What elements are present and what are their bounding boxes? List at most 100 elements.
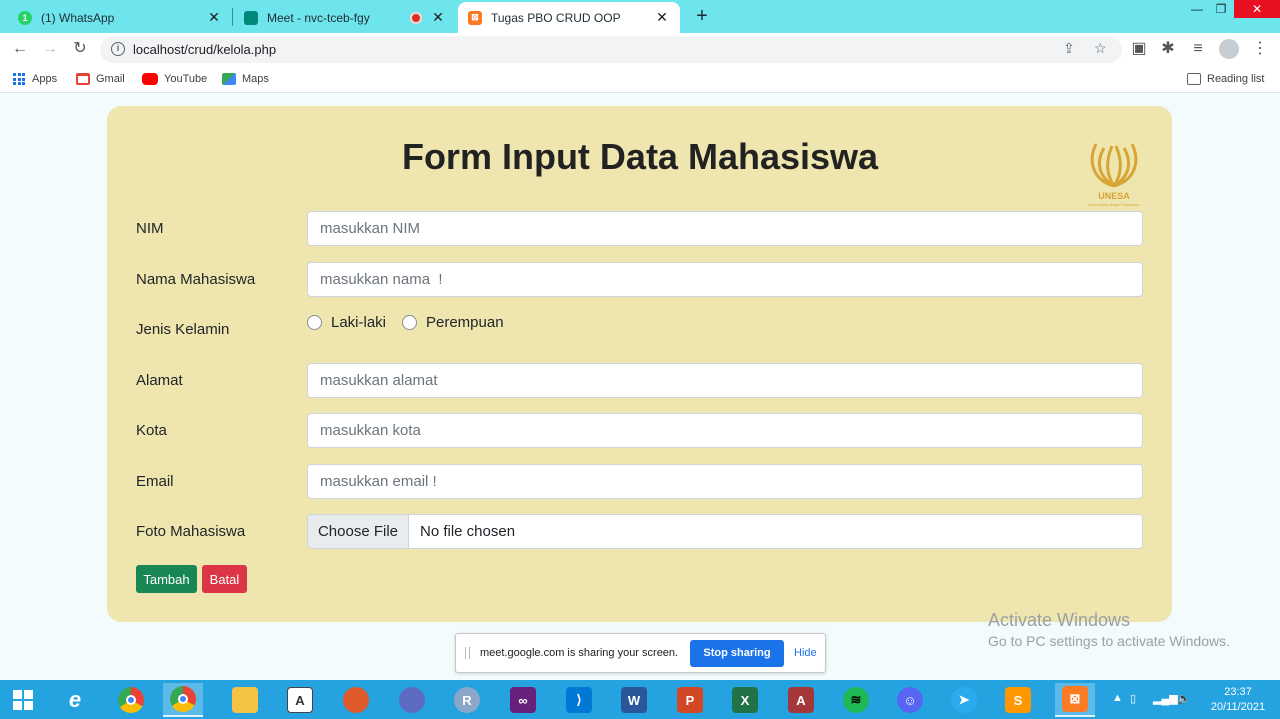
app-icon-2[interactable]	[392, 683, 432, 717]
chrome-active-icon[interactable]	[163, 683, 203, 717]
excel-icon[interactable]: X	[725, 683, 765, 717]
file-explorer-icon[interactable]	[225, 683, 265, 717]
google-meet-icon	[244, 10, 258, 25]
site-info-icon[interactable]: i	[111, 42, 125, 56]
close-tab-icon[interactable]: ✕	[430, 9, 446, 26]
url-text: localhost/crud/kelola.php	[133, 42, 277, 57]
minimize-button[interactable]: —	[1186, 0, 1208, 18]
unesa-logo: UNESA Universitas Negeri Surabaya	[1089, 143, 1140, 207]
battery-icon[interactable]: ▯	[1130, 692, 1136, 705]
stop-sharing-button[interactable]: Stop sharing	[690, 640, 784, 667]
extension-icon[interactable]: ▣	[1128, 38, 1150, 60]
clock-time: 23:37	[1224, 686, 1252, 698]
radio-button-icon[interactable]	[307, 315, 322, 330]
tab-whatsapp[interactable]: 1 (1) WhatsApp ✕	[8, 2, 232, 33]
bookmark-gmail[interactable]: Gmail	[76, 71, 125, 87]
nama-input[interactable]	[307, 262, 1143, 297]
volume-icon[interactable]: 🔈	[1177, 692, 1191, 705]
share-icon[interactable]: ⇪	[1063, 40, 1075, 57]
jenis-kelamin-label: Jenis Kelamin	[136, 321, 230, 338]
radio-label: Laki-laki	[331, 314, 387, 331]
bookmarks-bar: Apps Gmail YouTube Maps Reading list	[0, 65, 1280, 93]
maps-icon	[222, 73, 236, 85]
taskbar-clock[interactable]: 23:37 20/11/2021	[1203, 685, 1273, 715]
kota-input[interactable]	[307, 413, 1143, 448]
word-icon[interactable]: W	[614, 683, 654, 717]
email-input[interactable]	[307, 464, 1143, 499]
alamat-label: Alamat	[136, 372, 183, 389]
reading-list-label: Reading list	[1207, 73, 1265, 85]
nim-input[interactable]	[307, 211, 1143, 246]
hide-button[interactable]: Hide	[794, 647, 817, 659]
tab-title: Meet - nvc-tceb-fgy	[267, 10, 370, 25]
choose-file-button[interactable]: Choose File	[308, 515, 409, 548]
radio-label: Perempuan	[426, 314, 504, 331]
drag-handle-icon[interactable]	[465, 647, 470, 659]
svg-text:UNESA: UNESA	[1098, 191, 1130, 201]
vscode-icon[interactable]: ⟩	[559, 683, 599, 717]
bookmark-maps[interactable]: Maps	[222, 71, 269, 87]
screen-share-bar: meet.google.com is sharing your screen. …	[455, 633, 826, 673]
youtube-icon	[142, 73, 158, 85]
file-status: No file chosen	[420, 523, 516, 540]
extensions-puzzle-icon[interactable]: ✱	[1157, 38, 1179, 60]
spotify-icon[interactable]: ≋	[836, 683, 876, 717]
media-control-icon[interactable]: ≡	[1187, 38, 1209, 60]
internet-explorer-icon[interactable]: e	[55, 683, 95, 717]
bookmark-label: Apps	[32, 73, 58, 85]
clock-date: 20/11/2021	[1210, 701, 1266, 713]
bookmark-youtube[interactable]: YouTube	[142, 71, 207, 87]
tambah-button[interactable]: Tambah	[136, 565, 197, 593]
tab-strip: 1 (1) WhatsApp ✕ Meet - nvc-tceb-fgy ✕ ⊠…	[0, 0, 1280, 33]
radio-button-icon[interactable]	[402, 315, 417, 330]
telegram-icon[interactable]: ➤	[944, 683, 984, 717]
powerpoint-icon[interactable]: P	[670, 683, 710, 717]
network-icon[interactable]: ▂▄▆	[1153, 692, 1178, 705]
tab-crud[interactable]: ⊠ Tugas PBO CRUD OOP ✕	[458, 2, 680, 33]
reload-icon[interactable]: ↻	[69, 38, 91, 60]
file-input[interactable]: Choose File No file chosen	[307, 514, 1143, 549]
tab-meet[interactable]: Meet - nvc-tceb-fgy ✕	[234, 2, 456, 33]
share-message: meet.google.com is sharing your screen.	[480, 647, 679, 659]
alamat-input[interactable]	[307, 363, 1143, 398]
close-window-button[interactable]: ✕	[1234, 0, 1280, 18]
r-icon[interactable]: R	[447, 683, 487, 717]
foto-label: Foto Mahasiswa	[136, 523, 246, 540]
visual-studio-icon[interactable]: ∞	[503, 683, 543, 717]
tab-title: (1) WhatsApp	[41, 10, 115, 25]
close-tab-icon[interactable]: ✕	[206, 9, 222, 26]
sublime-text-icon[interactable]: S	[998, 683, 1038, 717]
watermark-title: Activate Windows	[988, 610, 1131, 630]
reading-list-button[interactable]: Reading list	[1187, 71, 1264, 87]
back-icon[interactable]: ←	[9, 38, 31, 60]
apps-grid-icon	[13, 73, 25, 85]
xampp-icon[interactable]: ⊠	[1055, 683, 1095, 717]
xampp-icon: ⊠	[468, 10, 482, 25]
whatsapp-icon: 1	[18, 10, 32, 25]
chrome-icon[interactable]	[111, 683, 151, 717]
reading-list-icon	[1187, 73, 1201, 85]
profile-avatar-icon[interactable]	[1218, 38, 1240, 60]
show-hidden-icons-icon[interactable]: ▲	[1112, 692, 1123, 704]
access-icon[interactable]: A	[781, 683, 821, 717]
gmail-icon	[76, 73, 90, 85]
bookmark-star-icon[interactable]: ☆	[1094, 40, 1107, 57]
bookmark-label: Gmail	[96, 73, 125, 85]
paint-icon[interactable]: A	[280, 683, 320, 717]
radio-laki-laki[interactable]: Laki-laki	[307, 314, 386, 331]
close-tab-icon[interactable]: ✕	[654, 9, 670, 26]
batal-button[interactable]: Batal	[202, 565, 247, 593]
new-tab-button[interactable]: +	[690, 4, 714, 28]
discord-icon[interactable]: ☺	[890, 683, 930, 717]
forward-icon[interactable]: →	[39, 38, 61, 60]
recording-icon	[410, 11, 422, 24]
bookmark-label: YouTube	[164, 73, 208, 85]
address-bar[interactable]: i localhost/crud/kelola.php ⇪ ☆	[100, 36, 1122, 63]
tab-divider	[232, 8, 233, 26]
start-icon[interactable]	[3, 683, 43, 717]
restore-button[interactable]: ❐	[1210, 0, 1232, 18]
app-icon[interactable]	[336, 683, 376, 717]
menu-icon[interactable]: ⋮	[1249, 38, 1271, 60]
bookmark-apps[interactable]: Apps	[13, 71, 57, 87]
radio-perempuan[interactable]: Perempuan	[402, 314, 504, 331]
